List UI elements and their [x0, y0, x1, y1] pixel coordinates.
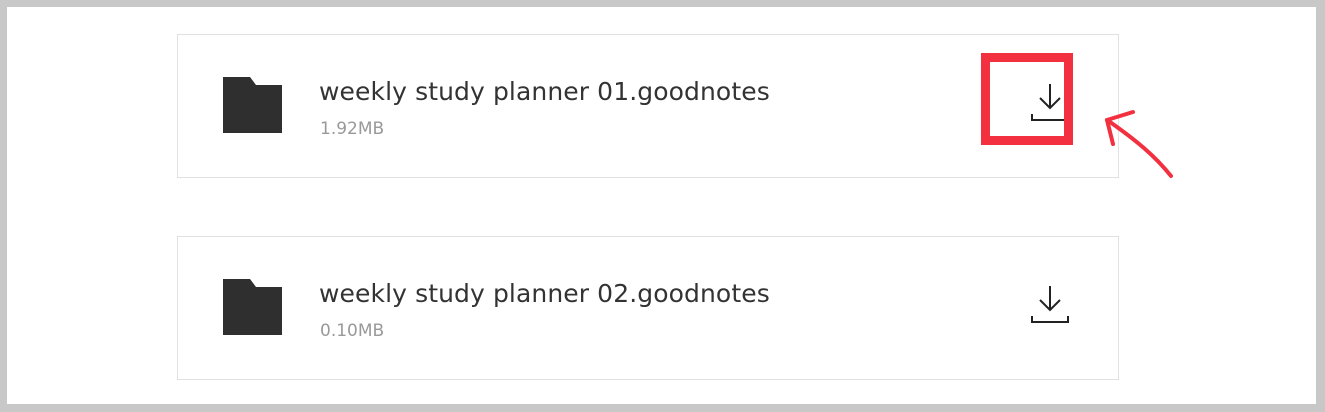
file-card: weekly study planner 02.goodnotes 0.10MB: [177, 236, 1119, 380]
file-name: weekly study planner 01.goodnotes: [319, 77, 770, 106]
download-icon: [1031, 84, 1069, 121]
file-card: weekly study planner 01.goodnotes 1.92MB: [177, 34, 1119, 178]
download-button[interactable]: [1005, 267, 1097, 359]
file-size: 1.92MB: [320, 119, 385, 139]
folder-icon: [223, 279, 282, 335]
file-size: 0.10MB: [320, 321, 385, 341]
folder-icon: [223, 77, 282, 133]
download-button[interactable]: [1005, 65, 1097, 157]
download-icon: [1031, 286, 1069, 323]
file-list-panel: weekly study planner 01.goodnotes 1.92MB…: [7, 7, 1316, 404]
file-name: weekly study planner 02.goodnotes: [319, 279, 770, 308]
